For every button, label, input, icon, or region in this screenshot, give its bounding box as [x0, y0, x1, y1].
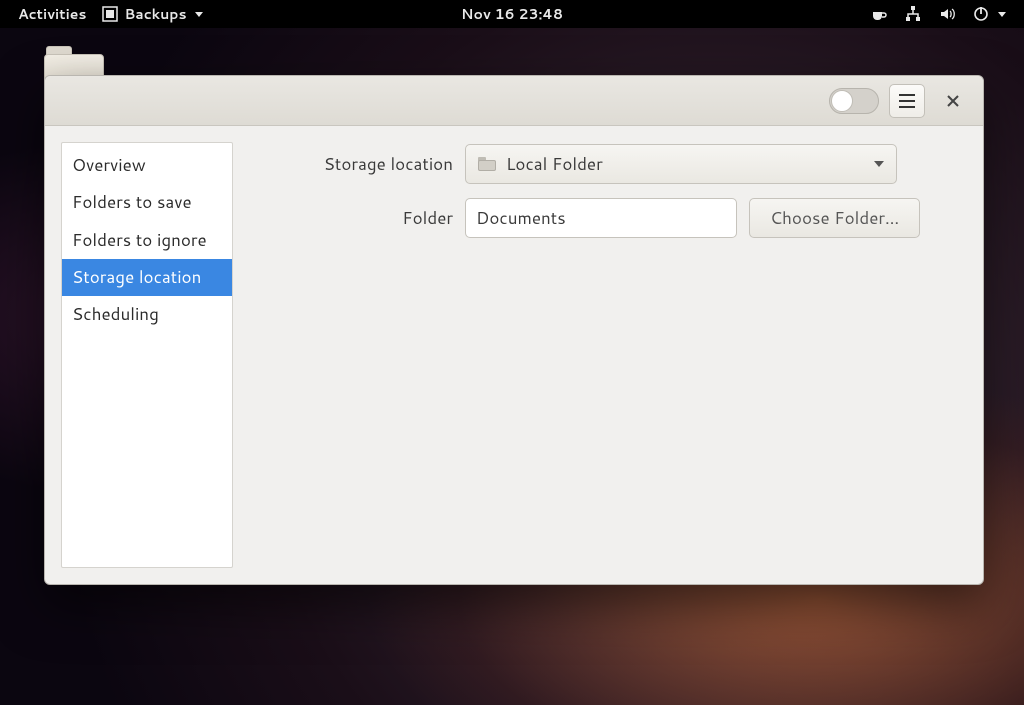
sidebar-item-label: Overview: [72, 153, 146, 177]
folder-label: Folder: [263, 206, 453, 230]
sidebar-item-label: Folders to ignore: [72, 228, 207, 252]
storage-location-combo[interactable]: Local Folder: [465, 144, 897, 184]
storage-location-row: Storage location Local Folder: [263, 144, 967, 184]
chevron-down-icon: [874, 161, 884, 167]
caffeine-indicator[interactable]: [862, 0, 896, 28]
hamburger-icon: [899, 88, 915, 114]
sidebar-item-label: Scheduling: [72, 302, 159, 326]
close-icon: [946, 88, 960, 114]
window-content: Overview Folders to save Folders to igno…: [45, 126, 983, 584]
sidebar-item-overview[interactable]: Overview: [62, 147, 232, 184]
power-indicator[interactable]: [964, 0, 1014, 28]
app-menu[interactable]: Backups: [94, 0, 210, 28]
clock[interactable]: Nov 16 23:48: [453, 0, 571, 28]
chevron-down-icon: [195, 12, 203, 17]
auto-backup-toggle[interactable]: [829, 88, 879, 114]
storage-location-value: Local Folder: [506, 152, 603, 176]
folder-row: Folder Documents Choose Folder…: [263, 198, 967, 238]
sidebar-item-folders-to-save[interactable]: Folders to save: [62, 184, 232, 221]
backups-window: Overview Folders to save Folders to igno…: [44, 75, 984, 585]
sidebar-item-scheduling[interactable]: Scheduling: [62, 296, 232, 333]
hamburger-menu-button[interactable]: [889, 84, 925, 118]
network-indicator[interactable]: [896, 0, 930, 28]
gnome-top-panel: Activities Backups Nov 16 23:48: [0, 0, 1024, 28]
coffee-icon: [870, 5, 888, 23]
activities-label: Activities: [18, 4, 86, 24]
folder-input-value: Documents: [476, 206, 566, 230]
volume-icon: [938, 5, 956, 23]
volume-indicator[interactable]: [930, 0, 964, 28]
headerbar: [45, 76, 983, 126]
toggle-knob: [831, 90, 853, 112]
sidebar: Overview Folders to save Folders to igno…: [61, 142, 233, 568]
app-menu-label: Backups: [124, 4, 186, 24]
sidebar-item-label: Folders to save: [72, 190, 192, 214]
power-icon: [972, 5, 990, 23]
sidebar-item-folders-to-ignore[interactable]: Folders to ignore: [62, 222, 232, 259]
storage-location-label: Storage location: [263, 152, 453, 176]
chevron-down-icon: [998, 12, 1006, 17]
window-close-button[interactable]: [935, 84, 971, 118]
choose-folder-label: Choose Folder…: [770, 206, 899, 230]
folder-input[interactable]: Documents: [465, 198, 737, 238]
sidebar-item-label: Storage location: [72, 265, 201, 289]
activities-button[interactable]: Activities: [10, 0, 94, 28]
choose-folder-button[interactable]: Choose Folder…: [749, 198, 920, 238]
app-icon: [102, 6, 118, 22]
clock-label: Nov 16 23:48: [461, 4, 563, 24]
network-wired-icon: [904, 5, 922, 23]
storage-location-pane: Storage location Local Folder Folder Doc…: [263, 142, 967, 568]
sidebar-item-storage-location[interactable]: Storage location: [62, 259, 232, 296]
folder-icon: [478, 157, 496, 171]
